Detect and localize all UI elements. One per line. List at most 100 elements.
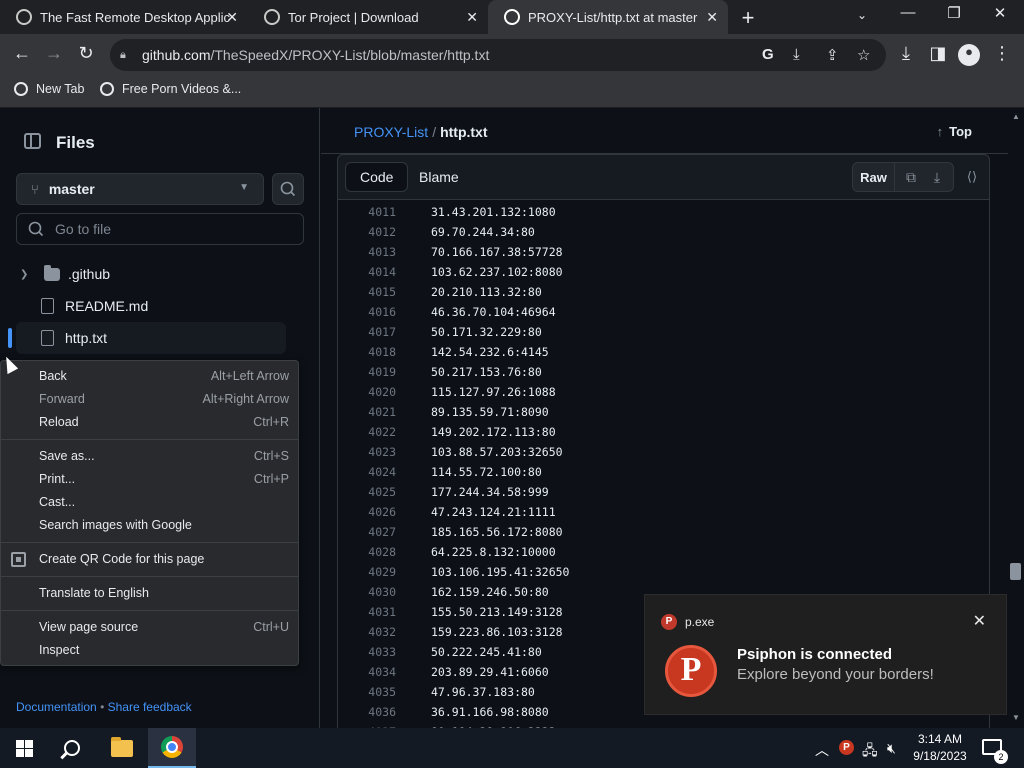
reload-button[interactable]: ↻ — [74, 43, 98, 64]
menu-item-view-page-source[interactable]: View page source Ctrl+U — [1, 616, 298, 639]
tab-proxy-list[interactable]: PROXY-List/http.txt at master · Th ✕ — [488, 0, 728, 34]
breadcrumb-repo-link[interactable]: PROXY-List — [354, 124, 428, 140]
line-number[interactable]: 4025 — [338, 482, 396, 502]
line-number[interactable]: 4036 — [338, 702, 396, 722]
notification-count-badge: 2 — [994, 750, 1008, 764]
line-number[interactable]: 4032 — [338, 622, 396, 642]
profile-avatar-icon[interactable]: ● — [958, 44, 980, 66]
network-icon[interactable]: 🖧︎ — [862, 740, 878, 764]
tree-item-http-txt[interactable]: http.txt — [8, 322, 286, 354]
line-number[interactable]: 4026 — [338, 502, 396, 522]
scroll-up-arrow-icon[interactable]: ▲ — [1012, 112, 1020, 121]
branch-selector-button[interactable]: ⑂ master ▼ — [16, 173, 264, 205]
tree-item-readme[interactable]: README.md — [16, 290, 286, 322]
symbols-panel-button[interactable]: ⟨⟩ — [960, 162, 984, 192]
line-number[interactable]: 4013 — [338, 242, 396, 262]
menu-item-save-as[interactable]: Save as... Ctrl+S — [1, 445, 298, 468]
taskbar-chrome[interactable] — [148, 728, 196, 768]
bookmark-second[interactable]: Free Porn Videos &... — [100, 82, 241, 96]
page-scrollbar[interactable]: ▲ ▼ — [1008, 108, 1024, 728]
install-app-icon[interactable]: ⤓ — [793, 46, 800, 63]
close-window-button[interactable]: ✕ — [980, 4, 1020, 22]
line-number[interactable]: 4035 — [338, 682, 396, 702]
menu-item-create-qr-code-for-this-page[interactable]: Create QR Code for this page — [1, 548, 298, 571]
line-number[interactable]: 4011 — [338, 202, 396, 222]
new-tab-button[interactable]: + — [738, 5, 758, 31]
volume-muted-icon[interactable]: 🔇︎ — [887, 740, 896, 757]
chevron-up-icon[interactable]: ︿ — [815, 740, 829, 760]
copy-icon[interactable]: ⧉ — [903, 169, 919, 185]
bookmark-new-tab[interactable]: New Tab — [14, 82, 84, 96]
line-number[interactable]: 4030 — [338, 582, 396, 602]
top-button[interactable]: ↑ Top — [937, 124, 972, 139]
line-number[interactable]: 4034 — [338, 662, 396, 682]
restore-button[interactable]: ❐ — [934, 4, 974, 22]
line-number[interactable]: 4014 — [338, 262, 396, 282]
address-bar[interactable]: 🔒︎ github.com/TheSpeedX/PROXY-List/blob/… — [110, 39, 886, 71]
bookmark-label: Free Porn Videos &... — [122, 82, 242, 96]
line-number[interactable]: 4029 — [338, 562, 396, 582]
close-icon[interactable]: ✕ — [466, 9, 478, 26]
raw-button[interactable]: Raw — [853, 163, 895, 191]
line-number[interactable]: 4028 — [338, 542, 396, 562]
tab-blame[interactable]: Blame — [405, 162, 473, 192]
go-to-file-placeholder: Go to file — [55, 221, 112, 237]
lock-icon[interactable]: 🔒︎ — [120, 49, 132, 62]
documentation-link[interactable]: Documentation — [16, 700, 97, 714]
menu-kebab-icon[interactable]: ⋮ — [990, 43, 1014, 64]
tab-code[interactable]: Code — [345, 162, 409, 192]
line-number[interactable]: 4027 — [338, 522, 396, 542]
search-files-button[interactable] — [272, 173, 304, 205]
collapse-panel-icon[interactable] — [24, 133, 41, 149]
tab-remote-desktop[interactable]: The Fast Remote Desktop Applica ✕ — [0, 0, 248, 34]
line-number[interactable]: 4024 — [338, 462, 396, 482]
tree-item-github-folder[interactable]: ❯ .github — [16, 258, 286, 290]
menu-item-cast[interactable]: Cast... — [1, 491, 298, 514]
line-number[interactable]: 4020 — [338, 382, 396, 402]
line-number[interactable]: 4016 — [338, 302, 396, 322]
start-button[interactable] — [0, 728, 48, 768]
menu-item-search-images-with-google[interactable]: Search images with Google — [1, 514, 298, 537]
menu-item-print[interactable]: Print... Ctrl+P — [1, 468, 298, 491]
line-number[interactable]: 4019 — [338, 362, 396, 382]
google-lens-icon[interactable]: G — [762, 46, 774, 63]
back-button[interactable]: ← — [10, 43, 34, 64]
psiphon-icon[interactable]: P — [839, 740, 854, 755]
line-number[interactable]: 4022 — [338, 422, 396, 442]
close-icon[interactable]: ✕ — [973, 611, 986, 631]
forward-button[interactable]: → — [42, 43, 66, 64]
line-number[interactable]: 4017 — [338, 322, 396, 342]
share-feedback-link[interactable]: Share feedback — [108, 700, 192, 714]
scroll-thumb[interactable] — [1010, 563, 1021, 580]
line-number[interactable]: 4012 — [338, 222, 396, 242]
share-icon[interactable]: ⇪ — [826, 46, 839, 64]
tab-tor-project[interactable]: Tor Project | Download ✕ — [248, 0, 488, 34]
line-number[interactable]: 4018 — [338, 342, 396, 362]
download-icon[interactable]: ⤓ — [929, 169, 945, 185]
menu-item-forward[interactable]: Forward Alt+Right Arrow — [1, 388, 298, 411]
taskbar-search-button[interactable] — [48, 728, 96, 768]
taskbar-file-explorer[interactable] — [98, 728, 146, 768]
minimize-button[interactable]: — — [888, 4, 928, 21]
bookmark-star-icon[interactable]: ☆ — [857, 46, 870, 64]
close-icon[interactable]: ✕ — [226, 9, 238, 26]
menu-item-back[interactable]: Back Alt+Left Arrow — [1, 365, 298, 388]
line-number[interactable]: 4021 — [338, 402, 396, 422]
line-number[interactable]: 4033 — [338, 642, 396, 662]
menu-item-shortcut: Alt+Left Arrow — [210, 369, 289, 383]
tab-search-chevron-icon[interactable]: ⌄ — [842, 8, 882, 22]
side-panel-icon[interactable]: ◨ — [926, 43, 950, 64]
close-icon[interactable]: ✕ — [706, 9, 718, 26]
system-clock[interactable]: 3:14 AM 9/18/2023 — [910, 731, 970, 765]
downloads-icon[interactable]: ⤓ — [894, 43, 918, 64]
line-number[interactable]: 4031 — [338, 602, 396, 622]
menu-item-inspect[interactable]: Inspect — [1, 639, 298, 662]
line-number[interactable]: 4015 — [338, 282, 396, 302]
go-to-file-input[interactable]: Go to file — [16, 213, 304, 245]
chevron-right-icon[interactable]: ❯ — [20, 269, 32, 280]
scroll-down-arrow-icon[interactable]: ▼ — [1012, 713, 1020, 722]
line-number[interactable]: 4023 — [338, 442, 396, 462]
url-text[interactable]: github.com/TheSpeedX/PROXY-List/blob/mas… — [142, 47, 489, 63]
menu-item-translate-to-english[interactable]: Translate to English — [1, 582, 298, 605]
menu-item-reload[interactable]: Reload Ctrl+R — [1, 411, 298, 434]
